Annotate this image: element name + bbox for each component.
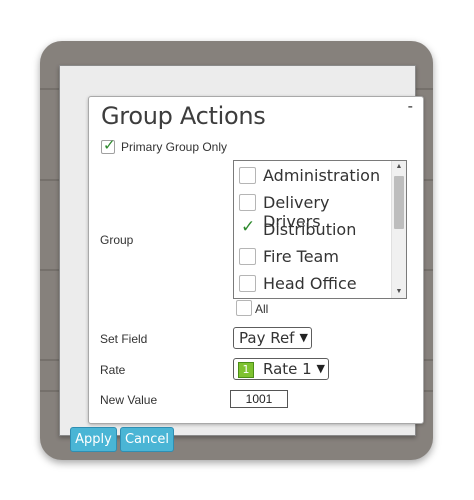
checkmark-icon: ✓	[103, 137, 116, 154]
group-checkbox[interactable]	[239, 194, 256, 211]
dialog-title: Group Actions	[101, 102, 266, 130]
new-value-input[interactable]	[230, 390, 288, 408]
chevron-down-icon: ▼	[299, 331, 308, 344]
group-actions-panel: Group Actions - ✓ Primary Group Only Gro…	[59, 65, 424, 452]
list-scrollbar[interactable]: ▲ ▼	[391, 161, 406, 298]
set-field-label: Set Field	[100, 332, 148, 346]
list-item-delivery-drivers[interactable]: Delivery Drivers	[234, 188, 390, 231]
scroll-thumb[interactable]	[394, 176, 404, 229]
group-actions-dialog: Group Actions - ✓ Primary Group Only Gro…	[88, 96, 424, 424]
list-item-administration[interactable]: Administration	[234, 161, 390, 187]
chevron-down-icon: ▼	[316, 362, 325, 375]
list-item-label: Head Office	[263, 274, 357, 293]
group-checkbox[interactable]	[239, 248, 256, 265]
set-field-value: Pay Ref	[239, 329, 295, 347]
group-checkbox[interactable]	[239, 275, 256, 292]
new-value-label: New Value	[100, 393, 158, 407]
group-checkbox[interactable]	[239, 167, 256, 184]
checkmark-icon: ✓	[241, 217, 256, 236]
scroll-down-arrow-icon[interactable]: ▼	[392, 286, 406, 298]
cancel-button[interactable]: Cancel	[120, 427, 174, 452]
app-frame: Group Actions - ✓ Primary Group Only Gro…	[40, 41, 433, 460]
all-checkbox[interactable]	[236, 300, 252, 316]
list-item-label: Distribution	[263, 220, 357, 239]
minimize-button[interactable]: -	[408, 99, 413, 115]
group-label: Group	[100, 233, 134, 247]
list-item-label: Fire Team	[263, 247, 339, 266]
all-label: All	[255, 302, 269, 316]
rate-badge: 1	[238, 362, 254, 378]
set-field-select[interactable]: Pay Ref ▼	[233, 327, 312, 349]
apply-button[interactable]: Apply	[70, 427, 117, 452]
list-item-fire-team[interactable]: Fire Team	[234, 242, 390, 268]
group-listbox[interactable]: Administration Delivery Drivers ✓ Distri…	[233, 160, 407, 299]
list-item-distribution[interactable]: ✓ Distribution	[234, 215, 390, 241]
group-checkbox[interactable]: ✓	[239, 217, 256, 238]
scroll-up-arrow-icon[interactable]: ▲	[392, 161, 406, 173]
list-item-head-office[interactable]: Head Office	[234, 269, 390, 295]
rate-label: Rate	[100, 363, 126, 377]
rate-select[interactable]: 1 Rate 1 ▼	[233, 358, 329, 380]
primary-group-label: Primary Group Only	[121, 140, 228, 154]
primary-group-checkbox[interactable]: ✓	[101, 137, 116, 154]
list-item-label: Administration	[263, 166, 381, 185]
rate-value: Rate 1	[263, 360, 312, 378]
